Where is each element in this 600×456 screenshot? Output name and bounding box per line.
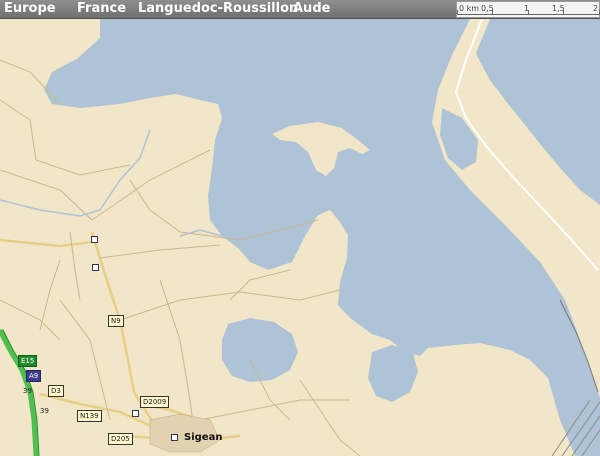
- place-marker[interactable]: [132, 410, 139, 417]
- scale-tick: [563, 10, 564, 15]
- breadcrumb-france[interactable]: France: [77, 1, 126, 16]
- scale-tick: [457, 10, 458, 15]
- exit-number: 39: [23, 387, 32, 395]
- map-canvas[interactable]: [0, 0, 600, 456]
- road-label-n9: N9: [108, 315, 124, 327]
- road-label-n139: N139: [77, 410, 102, 422]
- road-label-a9: A9: [26, 370, 42, 382]
- road-label-d2009: D2009: [140, 396, 170, 408]
- road-label-e15: E15: [18, 355, 38, 367]
- scale-label-0: 0 km: [459, 4, 480, 13]
- breadcrumb-bar: Europe France Languedoc-Roussillon Aude …: [0, 0, 600, 19]
- road-label-d205: D205: [108, 433, 133, 445]
- breadcrumb-languedoc-roussillon[interactable]: Languedoc-Roussillon: [138, 1, 298, 16]
- place-marker[interactable]: [92, 264, 99, 271]
- town-label-sigean[interactable]: Sigean: [184, 432, 222, 443]
- place-marker[interactable]: [171, 434, 178, 441]
- place-marker[interactable]: [91, 236, 98, 243]
- breadcrumb-aude[interactable]: Aude: [293, 1, 330, 16]
- scale-tick: [492, 10, 493, 15]
- breadcrumb-europe[interactable]: Europe: [4, 1, 56, 16]
- scale-bar: 0 km 0,5 1 1,5 2: [456, 1, 600, 18]
- road-label-d3: D3: [48, 385, 64, 397]
- scale-tick: [528, 10, 529, 15]
- scale-label-2: 2: [593, 4, 599, 13]
- exit-number: 39: [40, 407, 49, 415]
